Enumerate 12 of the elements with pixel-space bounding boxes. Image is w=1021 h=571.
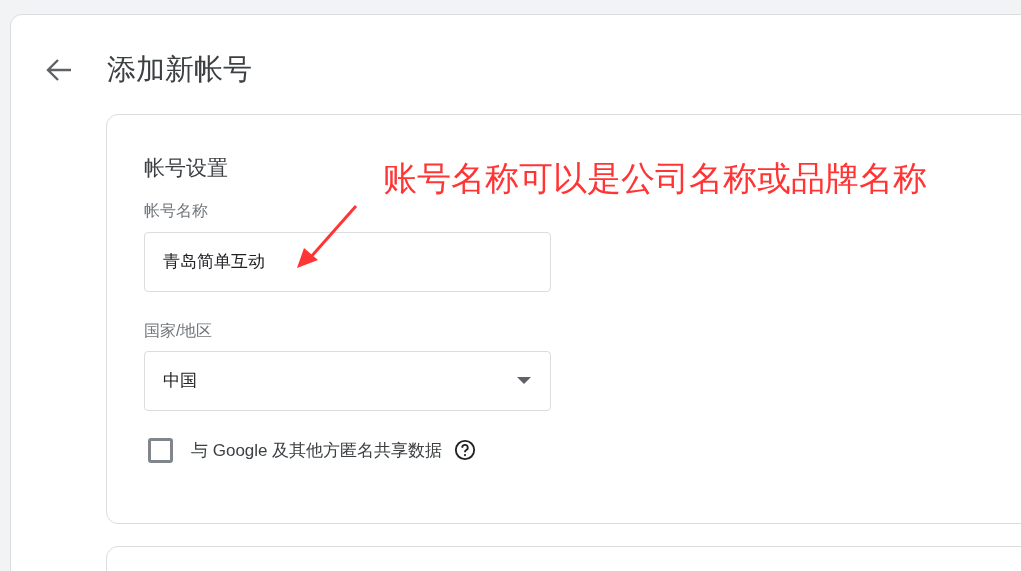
page-title: 添加新帐号	[107, 52, 252, 87]
country-dropdown[interactable]: 中国	[144, 350, 551, 411]
help-icon[interactable]	[454, 439, 477, 462]
section-title: 帐号设置	[144, 154, 228, 181]
account-name-field[interactable]: 青岛简单互动	[144, 231, 551, 292]
field-label: 帐号名称	[144, 200, 208, 221]
field-label: 国家/地区	[144, 320, 213, 341]
annotation-text: 账号名称可以是公司名称或品牌名称	[383, 159, 927, 199]
annotation-arrow	[296, 204, 358, 270]
checkbox-label: 与 Google 及其他方匿名共享数据	[191, 439, 443, 462]
dropdown-caret-icon	[517, 377, 531, 384]
share-data-checkbox[interactable]	[148, 437, 173, 463]
